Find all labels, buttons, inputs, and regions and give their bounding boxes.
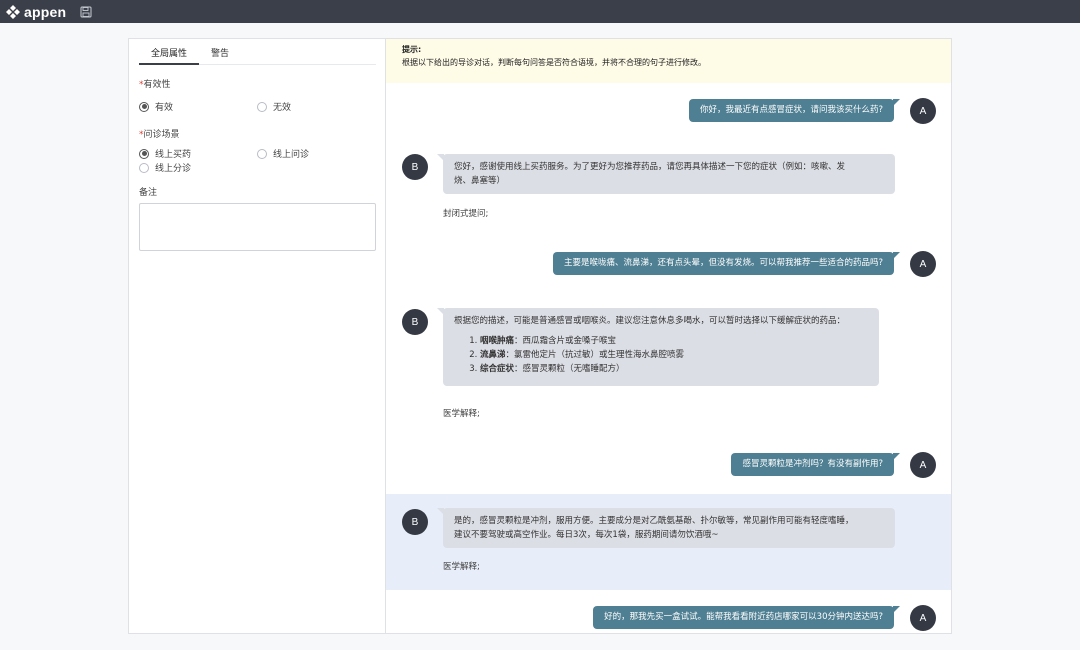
radio-online-consultation[interactable]: 线上问诊: [257, 147, 309, 160]
avatar-a: A: [910, 98, 936, 124]
radio-dot: [139, 101, 149, 112]
bot-message[interactable]: 您好，感谢使用线上买药服务。为了更好为您推荐药品，请您再具体描述一下您的症状（例…: [437, 154, 895, 194]
radio-dot: [139, 162, 149, 173]
radio-online-purchase[interactable]: 线上买药: [139, 147, 191, 160]
properties-panel: 全局属性 警告 *有效性 有效 无效 *问诊场景 线上买药 线上问诊 线上分诊 …: [128, 38, 386, 634]
avatar-b: B: [402, 509, 428, 535]
remarks-label: 备注: [139, 188, 158, 198]
radio-dot: [257, 148, 267, 159]
list-item: 咽喉肿痛：西瓜霜含片或金嗓子喉宝: [480, 334, 868, 348]
message-note: 医学解释;: [443, 562, 480, 572]
appen-logo-icon: [6, 4, 20, 19]
bot-message[interactable]: 根据您的描述，可能是普通感冒或咽喉炎。建议您注意休息多喝水，可以暂时选择以下缓解…: [437, 308, 879, 386]
avatar-a: A: [910, 452, 936, 478]
radio-online-triage[interactable]: 线上分诊: [139, 161, 191, 174]
message-note: 封闭式提问;: [443, 209, 489, 219]
tab-global-properties[interactable]: 全局属性: [139, 39, 200, 65]
user-message[interactable]: 好的，那我先买一盒试试。能帮我看看附近药店哪家可以30分钟内送达吗?: [593, 606, 900, 629]
radio-invalid[interactable]: 无效: [257, 100, 291, 113]
scenario-label: *问诊场景: [139, 130, 180, 140]
conversation-panel: 提示: 根据以下给出的导诊对话，判断每句问答是否符合语境，并将不合理的句子进行修…: [385, 38, 952, 634]
list-item: 综合症状：感冒灵颗粒（无嗜睡配方）: [480, 362, 868, 376]
bot-message[interactable]: 是的，感冒灵颗粒是冲剂，服用方便。主要成分是对乙酰氨基酚、扑尔敏等，常见副作用可…: [437, 508, 895, 548]
remarks-textarea[interactable]: [139, 203, 376, 251]
avatar-a: A: [910, 605, 936, 631]
hint-title: 提示:: [402, 45, 422, 54]
avatar-b: B: [402, 309, 428, 335]
avatar-a: A: [910, 251, 936, 277]
radio-dot: [139, 148, 149, 159]
properties-tabs: 全局属性 警告: [139, 39, 376, 65]
logo-text: appen: [24, 3, 67, 20]
save-icon[interactable]: [80, 6, 92, 18]
hint-box: 提示: 根据以下给出的导诊对话，判断每句问答是否符合语境，并将不合理的句子进行修…: [386, 39, 951, 83]
user-message[interactable]: 感冒灵颗粒是冲剂吗？有没有副作用?: [731, 453, 900, 476]
tab-warnings[interactable]: 警告: [199, 39, 241, 64]
hint-text: 根据以下给出的导诊对话，判断每句问答是否符合语境，并将不合理的句子进行修改。: [402, 58, 706, 67]
avatar-b: B: [402, 154, 428, 180]
appen-logo[interactable]: appen: [6, 4, 66, 20]
user-message[interactable]: 你好，我最近有点感冒症状，请问我该买什么药?: [688, 99, 901, 122]
list-item: 流鼻涕：氯雷他定片（抗过敏）或生理性海水鼻腔喷雾: [480, 348, 868, 362]
user-message[interactable]: 主要是喉咙痛、流鼻涕，还有点头晕，但没有发烧。可以帮我推荐一些适合的药品吗?: [552, 252, 901, 275]
validity-label: *有效性: [139, 80, 171, 90]
message-note: 医学解释;: [443, 409, 480, 419]
radio-valid[interactable]: 有效: [139, 100, 173, 113]
radio-dot: [257, 101, 267, 112]
top-bar: appen: [0, 0, 1080, 23]
medicine-list: 咽喉肿痛：西瓜霜含片或金嗓子喉宝 流鼻涕：氯雷他定片（抗过敏）或生理性海水鼻腔喷…: [454, 334, 868, 376]
